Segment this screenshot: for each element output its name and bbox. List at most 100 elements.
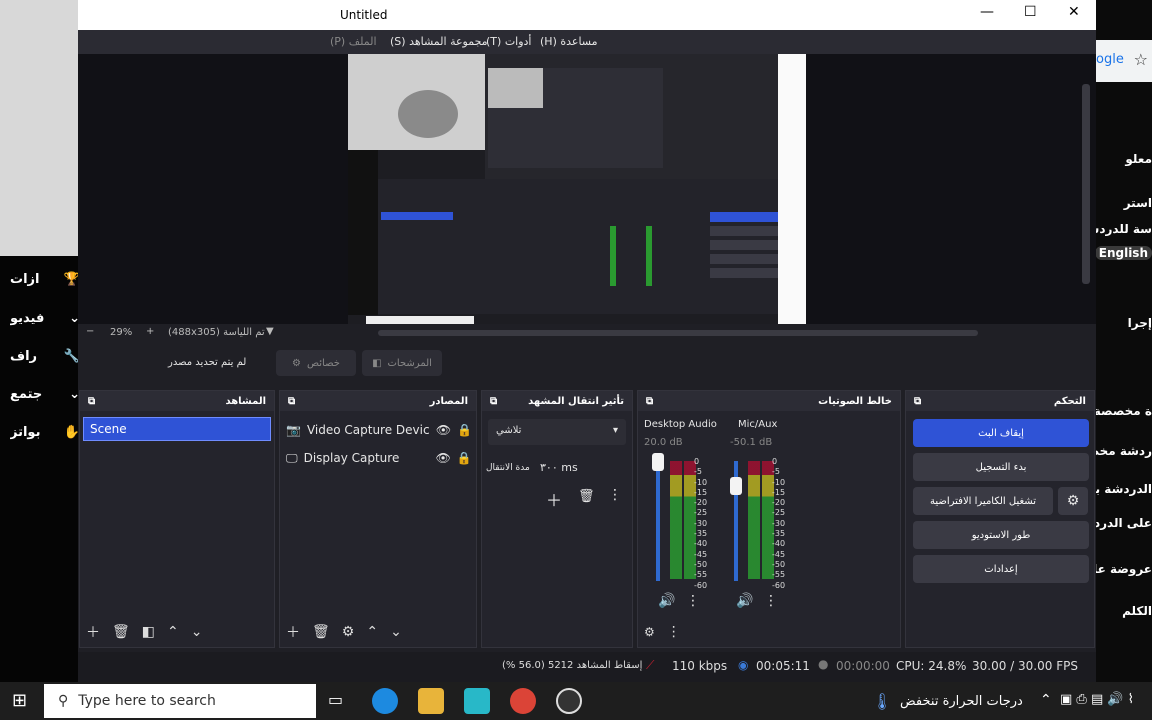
- gears-icon[interactable]: ⚙: [644, 625, 655, 639]
- source-item[interactable]: 📷 Video Capture Devic 👁 🔒: [286, 419, 472, 441]
- trash-icon[interactable]: 🗑: [578, 489, 595, 504]
- more-icon[interactable]: ⋮: [608, 487, 622, 503]
- left-panel-item[interactable]: 🔧 راف: [10, 341, 80, 371]
- gear-icon[interactable]: ⚙: [342, 624, 355, 640]
- horizontal-scrollbar[interactable]: [378, 330, 978, 336]
- filters-button[interactable]: ◧ المرشحات: [362, 350, 442, 376]
- weather-text[interactable]: درجات الحرارة تنخفض: [900, 694, 1023, 709]
- scale-tick: -55: [694, 570, 708, 580]
- tray-icons[interactable]: ▣ ⎙ ▤ 🔊 ⌇: [1060, 692, 1134, 707]
- gear-icon[interactable]: ⚙: [1058, 487, 1088, 515]
- chevron-down-icon[interactable]: ⌄: [191, 624, 203, 640]
- bitrate: 110 kbps: [672, 659, 728, 673]
- scale-tick: -30: [694, 518, 708, 528]
- left-panel-item[interactable]: ✋ بواتز: [10, 417, 80, 447]
- filter-icon: ◧: [372, 357, 382, 369]
- scale-tick: -55: [772, 570, 786, 580]
- app-icon[interactable]: [464, 688, 490, 714]
- record-time: 00:00:00: [836, 659, 890, 673]
- studio-mode-button[interactable]: طور الاستوديو: [913, 521, 1089, 549]
- preview-canvas[interactable]: [348, 54, 806, 324]
- windows-start-icon[interactable]: ⊞: [12, 690, 27, 711]
- lock-icon[interactable]: 🔒: [457, 451, 472, 465]
- audio-mixer-dock: خالط الصوتيات ⧉ Desktop Audio 20.0 dB Mi…: [637, 390, 901, 648]
- speaker-icon[interactable]: 🔊: [658, 593, 675, 609]
- transitions-dock: تأثير انتقال المشهد ⧉ تلاشي ▾ مدة الانتق…: [481, 390, 633, 648]
- no-source-label: لم يتم تحديد مصدر: [168, 357, 247, 368]
- undock-icon[interactable]: ⧉: [646, 396, 653, 407]
- stream-time: 00:05:11: [756, 659, 810, 673]
- minimize-button[interactable]: —: [980, 4, 994, 20]
- scale-tick: -20: [694, 498, 708, 508]
- edge-icon[interactable]: [372, 688, 398, 714]
- menu-tools[interactable]: (T) أدوات: [486, 35, 532, 48]
- more-icon[interactable]: ⋮: [764, 593, 778, 609]
- speaker-icon[interactable]: 🔊: [736, 593, 753, 609]
- duration-label: مدة الانتقال: [486, 463, 530, 473]
- properties-button[interactable]: ⚙ خصائص: [276, 350, 356, 376]
- dock-title: خالط الصوتيات: [818, 395, 892, 407]
- filter-icon[interactable]: ◧: [142, 624, 155, 640]
- level-meter: [670, 461, 682, 579]
- settings-button[interactable]: إعدادات: [913, 555, 1089, 583]
- add-icon[interactable]: ＋: [86, 622, 100, 642]
- chevron-up-icon[interactable]: ⌃: [366, 624, 378, 640]
- volume-knob[interactable]: [652, 453, 664, 471]
- virtual-camera-button[interactable]: تشغيل الكاميرا الافتراضية: [913, 487, 1053, 515]
- eye-icon[interactable]: 👁: [436, 451, 451, 465]
- chevron-down-icon[interactable]: ⌄: [390, 624, 402, 640]
- chevron-up-icon[interactable]: ⌃: [167, 624, 179, 640]
- eye-icon[interactable]: 👁: [436, 423, 451, 437]
- left-panel-item[interactable]: 🏆 ازات: [10, 264, 80, 294]
- undock-icon[interactable]: ⧉: [288, 396, 295, 407]
- volume-slider-desktop[interactable]: [656, 461, 660, 581]
- channel-name: Mic/Aux: [738, 419, 778, 430]
- source-item[interactable]: 🖵 Display Capture 👁 🔒: [286, 447, 472, 469]
- sources-dock: المصادر ⧉ 📷 Video Capture Devic 👁 🔒 🖵 Di…: [279, 390, 477, 648]
- browser-content: معلو استر سة للدردشة English إجرا ة مخصص…: [1071, 152, 1152, 618]
- star-icon[interactable]: ☆: [1134, 50, 1148, 69]
- chevron-up-icon[interactable]: ⌃: [1040, 692, 1052, 708]
- maximize-button[interactable]: ☐: [1024, 4, 1037, 20]
- zoom-in-button[interactable]: +: [146, 326, 154, 337]
- scene-item[interactable]: Scene: [83, 417, 271, 441]
- scene-size-label: (488x305) تم اللياسة: [168, 327, 265, 338]
- left-panel-item[interactable]: ⌄ جتمع: [10, 379, 80, 409]
- chrome-icon[interactable]: [510, 688, 536, 714]
- menu-help[interactable]: (H) مساعدة: [540, 35, 598, 48]
- more-icon[interactable]: ⋮: [667, 624, 681, 640]
- taskbar-search[interactable]: ⚲ Type here to search: [44, 684, 316, 718]
- trash-icon[interactable]: 🗑: [312, 624, 330, 640]
- zoom-level: 29%: [110, 327, 133, 338]
- more-icon[interactable]: ⋮: [686, 593, 700, 609]
- scenes-dock: المشاهد ⧉ Scene ＋ 🗑 ◧ ⌃ ⌄: [79, 390, 275, 648]
- title-bar: Untitled — ☐ ✕: [78, 0, 1096, 30]
- add-icon[interactable]: ＋: [546, 487, 562, 511]
- lock-icon[interactable]: 🔒: [457, 423, 472, 437]
- dock-header: تأثير انتقال المشهد ⧉: [482, 391, 632, 411]
- add-icon[interactable]: ＋: [286, 622, 300, 642]
- start-recording-button[interactable]: بدء التسجيل: [913, 453, 1089, 481]
- close-button[interactable]: ✕: [1068, 4, 1080, 20]
- undock-icon[interactable]: ⧉: [88, 396, 95, 407]
- file-explorer-icon[interactable]: [418, 688, 444, 714]
- volume-knob[interactable]: [730, 477, 742, 495]
- stop-streaming-button[interactable]: إيقاف البث: [913, 419, 1089, 447]
- browser-tab[interactable]: ogle: [1096, 52, 1124, 67]
- left-panel-item[interactable]: ⌄ فيديو: [10, 303, 80, 333]
- zoom-dropdown-icon[interactable]: ▼: [266, 326, 274, 337]
- transition-select[interactable]: تلاشي ▾: [488, 419, 626, 445]
- menu-file[interactable]: (P) الملف: [330, 35, 380, 48]
- obs-icon[interactable]: [556, 688, 582, 714]
- zoom-out-button[interactable]: −: [86, 326, 94, 337]
- cpu-usage: CPU: 24.8%: [896, 659, 967, 673]
- undock-icon[interactable]: ⧉: [914, 396, 921, 407]
- channel-db: -50.1 dB: [730, 437, 773, 448]
- undock-icon[interactable]: ⧉: [490, 396, 497, 407]
- task-view-icon[interactable]: ▭: [328, 690, 343, 709]
- trash-icon[interactable]: 🗑: [112, 624, 130, 640]
- preview-scrollbar[interactable]: [1082, 84, 1090, 284]
- menu-scene-collection[interactable]: (S) مجموعة المشاهد: [390, 35, 488, 48]
- duration-input[interactable]: ٣٠٠ ms: [536, 455, 626, 481]
- zoom-bar: − 29% + (488x305) تم اللياسة ▼: [78, 324, 1096, 342]
